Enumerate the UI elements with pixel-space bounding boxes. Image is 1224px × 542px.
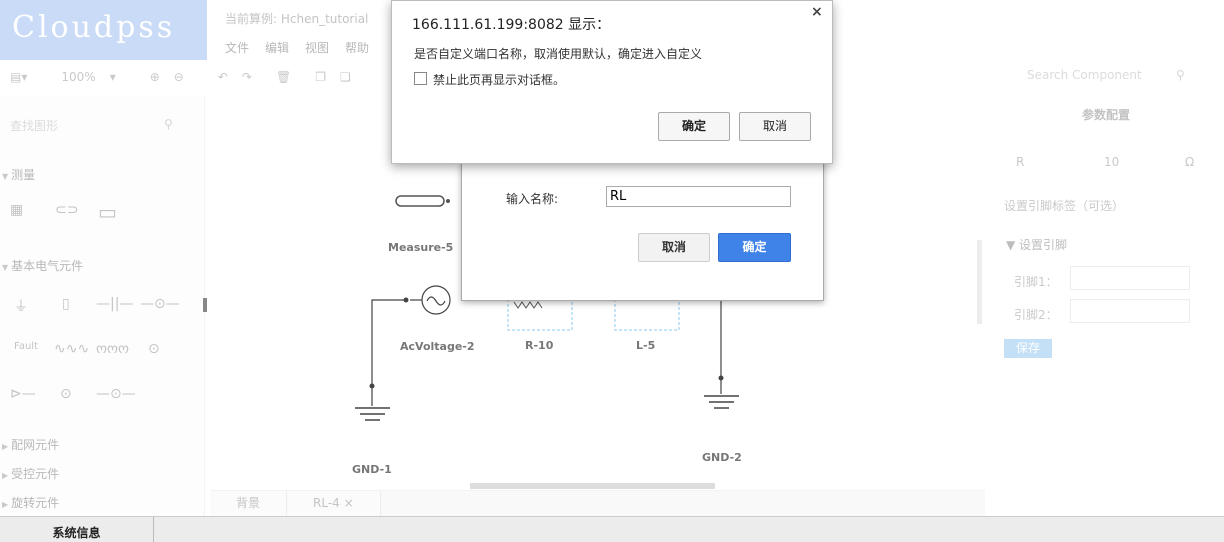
pin1-label: 引脚1： xyxy=(1014,275,1058,289)
param-config-header: 参数配置 xyxy=(1082,108,1131,122)
section-distribution[interactable]: ▶ 配网元件 xyxy=(2,436,59,453)
suppress-dialog-label[interactable]: 禁止此页再显示对话框。 xyxy=(433,71,565,88)
node-dot xyxy=(403,297,409,303)
fuse-icon[interactable]: ▯ xyxy=(62,296,70,312)
shape-library-panel: 查找图形 ⚲ ▼ 测量 ▦ ⊂⊃ ▭ ▼ 基本电气元件 ⏚ ▯ —||— —⊙— F… xyxy=(0,96,205,516)
menu-help[interactable]: 帮助 xyxy=(345,39,369,56)
app-window: Cloudpss 当前算例: Hchen_tutorial 文件 编辑 视图 帮… xyxy=(0,0,1224,542)
fault-icon[interactable]: Fault xyxy=(14,341,38,352)
tab-background[interactable]: 背景 xyxy=(210,491,288,517)
resistor-selection-box[interactable] xyxy=(507,295,573,331)
menu-edit[interactable]: 编辑 xyxy=(265,39,289,56)
voltage-source-icon[interactable]: ⊙ xyxy=(148,341,160,357)
tab-close-icon[interactable]: × xyxy=(344,496,354,510)
save-button[interactable]: 保存 xyxy=(1004,339,1052,358)
alert-ok-button[interactable]: 确定 xyxy=(658,112,730,141)
to-front-icon[interactable]: ❐ xyxy=(315,70,326,84)
delete-icon[interactable]: 🗑 xyxy=(276,70,291,84)
param-name: R xyxy=(1016,155,1025,169)
menu-view[interactable]: 视图 xyxy=(305,39,329,56)
page-title: 当前算例: Hchen_tutorial xyxy=(225,12,369,26)
tab-system-info[interactable]: 系统信息 xyxy=(0,517,154,542)
pin-tag-label: 设置引脚标签（可选） xyxy=(1004,199,1125,213)
shape-search-input[interactable]: 查找图形 xyxy=(10,117,178,134)
measure-probe-shape[interactable] xyxy=(395,195,445,207)
scope-icon[interactable]: ▭ xyxy=(98,200,117,224)
label-inductor: L-5 xyxy=(636,339,656,352)
capacitor-icon[interactable]: —||— xyxy=(96,296,133,312)
search-icon[interactable]: ⚲ xyxy=(164,117,173,131)
pin2-input[interactable] xyxy=(1070,299,1190,323)
name-input[interactable] xyxy=(606,186,791,207)
zoom-in-icon[interactable]: ⊕ xyxy=(150,70,160,84)
ground-icon[interactable]: ⏚ xyxy=(14,296,28,316)
tab-rl-4[interactable]: RL-4 × xyxy=(287,491,381,517)
alert-message: 是否自定义端口名称，取消使用默认，确定进入自定义 xyxy=(414,47,703,61)
section-basic-elements[interactable]: ▼ 基本电气元件 xyxy=(2,257,83,274)
label-gnd1: GND-1 xyxy=(352,463,392,476)
inductor-icon[interactable]: ოოო xyxy=(96,341,129,357)
label-resistor: R-10 xyxy=(525,339,554,352)
resistor-zigzag xyxy=(513,301,543,309)
panel-toggle-icon[interactable]: ▤▾ xyxy=(10,70,27,84)
zoom-dropdown-icon[interactable]: ▾ xyxy=(110,70,116,84)
section-rotating[interactable]: ▶ 旋转元件 xyxy=(2,494,59,511)
suppress-dialog-checkbox[interactable] xyxy=(414,72,427,85)
toolbar: ▤▾ 100% ▾ ⊕ ⊖ ↶ ↷ 🗑 ❐ ❏ xyxy=(0,60,400,94)
bottom-bar: 系统信息 xyxy=(0,516,1224,542)
rename-dialog: 输入名称: 取消 确定 xyxy=(461,160,824,301)
label-gnd2: GND-2 xyxy=(702,451,742,464)
label-measure: Measure-5 xyxy=(388,241,454,254)
redo-icon[interactable]: ↷ xyxy=(242,70,252,84)
inductor-selection-box[interactable] xyxy=(614,295,680,331)
measure-meter-icon[interactable]: ▦ xyxy=(10,202,23,218)
app-logo: Cloudpss xyxy=(0,0,207,60)
resistor-icon[interactable]: ∿∿∿ xyxy=(54,341,89,357)
search-icon[interactable]: ⚲ xyxy=(1176,68,1185,82)
param-unit: Ω xyxy=(1185,155,1195,169)
label-acvoltage: AcVoltage-2 xyxy=(400,340,475,353)
to-back-icon[interactable]: ❏ xyxy=(340,70,351,84)
section-measure[interactable]: ▼ 测量 xyxy=(2,166,35,183)
menu-file[interactable]: 文件 xyxy=(225,39,249,56)
browser-confirm-dialog: 166.111.61.199:8082 显示： × 是否自定义端口名称，取消使用… xyxy=(391,0,833,164)
dialog-cancel-button[interactable]: 取消 xyxy=(638,233,710,262)
name-field-label: 输入名称: xyxy=(506,192,559,206)
component-search-input[interactable]: Search Component xyxy=(1027,68,1142,82)
alert-title: 166.111.61.199:8082 显示： xyxy=(412,17,611,33)
canvas-horizontal-scrollbar[interactable] xyxy=(470,483,715,489)
ac-source-icon[interactable]: ⊙ xyxy=(60,386,72,402)
close-icon[interactable]: × xyxy=(811,4,823,20)
measure-pin xyxy=(446,199,450,203)
pin1-input[interactable] xyxy=(1070,266,1190,290)
dialog-ok-button[interactable]: 确定 xyxy=(718,233,791,262)
canvas-vertical-scrollbar[interactable] xyxy=(977,240,982,324)
controlled-source-icon[interactable]: —⊙— xyxy=(96,386,136,402)
pin2-label: 引脚2： xyxy=(1014,308,1058,322)
left-panel-scrollbar[interactable] xyxy=(203,298,207,312)
transformer-icon[interactable]: ⊳— xyxy=(10,386,36,402)
menu-bar: 文件 编辑 视图 帮助 xyxy=(225,39,369,56)
undo-icon[interactable]: ↶ xyxy=(218,70,228,84)
alert-cancel-button[interactable]: 取消 xyxy=(739,112,811,141)
current-source-icon[interactable]: —⊙— xyxy=(140,296,180,312)
probe-icon[interactable]: ⊂⊃ xyxy=(55,202,78,218)
page-tabs: 背景 RL-4 × xyxy=(210,490,985,517)
zoom-level[interactable]: 100% xyxy=(61,70,95,84)
param-value-input[interactable]: 10 xyxy=(1104,155,1119,169)
sine-icon xyxy=(426,296,446,306)
pin-section-toggle[interactable]: ▼ 设置引脚 xyxy=(1006,236,1067,253)
section-controlled[interactable]: ▶ 受控元件 xyxy=(2,465,59,482)
zoom-out-icon[interactable]: ⊖ xyxy=(174,70,184,84)
